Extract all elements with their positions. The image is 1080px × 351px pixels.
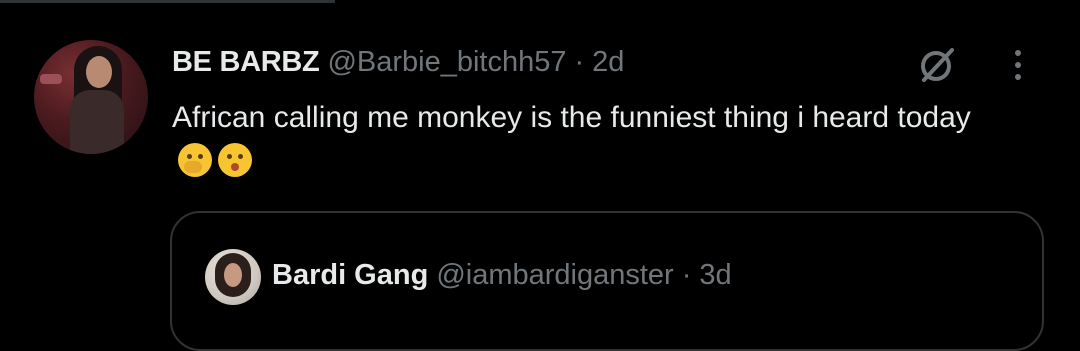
quoted-tweet-timestamp[interactable]: 3d [699, 253, 731, 297]
author-handle[interactable]: @Barbie_bitchh57 [327, 42, 566, 82]
face-with-hand-over-mouth-emoji [178, 143, 212, 177]
more-vertical-icon[interactable] [1012, 44, 1024, 86]
kissing-face-emoji [218, 143, 252, 177]
quoted-tweet-header: Bardi Gang @iambardiganster · 3d [272, 253, 732, 297]
quoted-author-display-name[interactable]: Bardi Gang [272, 253, 428, 297]
tweet-timestamp[interactable]: 2d [592, 42, 624, 82]
tweet-text: African calling me monkey is the funnies… [172, 101, 971, 134]
tweet-header: BE BARBZ @Barbie_bitchh57 · 2d [172, 42, 624, 82]
quoted-author-handle[interactable]: @iambardiganster [436, 253, 673, 297]
author-display-name[interactable]: BE BARBZ [172, 42, 320, 82]
quoted-author-avatar[interactable] [205, 249, 261, 305]
quoted-tweet[interactable]: Bardi Gang @iambardiganster · 3d [170, 211, 1044, 351]
author-avatar[interactable] [34, 40, 148, 154]
tweet-actions [916, 44, 1024, 86]
tweet[interactable]: BE BARBZ @Barbie_bitchh57 · 2d African c… [0, 0, 1080, 351]
tweet-body: African calling me monkey is the funnies… [172, 96, 972, 184]
quoted-separator-dot: · [681, 259, 692, 291]
separator-dot: · [574, 46, 585, 78]
grok-icon[interactable] [916, 44, 958, 86]
